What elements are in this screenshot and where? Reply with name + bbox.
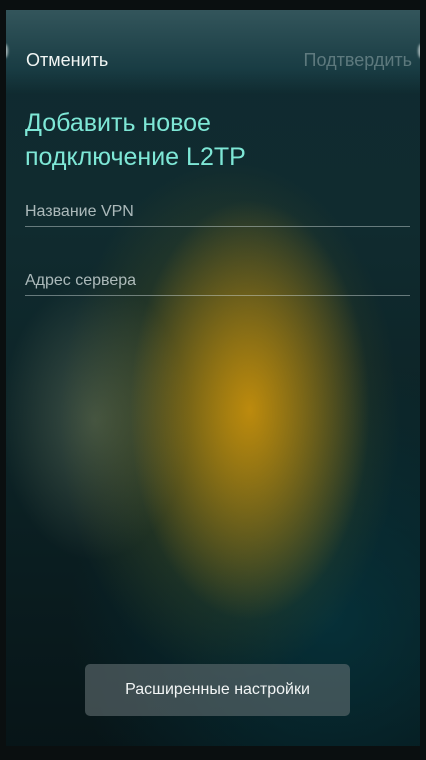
vpn-name-underline [25, 226, 410, 227]
device-frame-left [0, 0, 6, 760]
page-title-line2: подключение L2TP [25, 143, 246, 171]
vpn-name-input[interactable] [25, 203, 410, 226]
server-address-input[interactable] [25, 272, 410, 295]
vpn-name-field [25, 203, 410, 227]
server-address-field [25, 272, 410, 296]
server-address-underline [25, 295, 410, 296]
page-title-line1: Добавить новое [25, 109, 211, 137]
page-title: Добавить новое подключение L2TP [25, 106, 405, 174]
dialog-header: Отменить Подтвердить [6, 10, 420, 94]
device-frame-right [420, 0, 426, 760]
cancel-button[interactable]: Отменить [26, 50, 108, 71]
screen: Отменить Подтвердить Добавить новое подк… [0, 0, 426, 760]
advanced-settings-button[interactable]: Расширенные настройки [85, 664, 350, 716]
confirm-button[interactable]: Подтвердить [304, 50, 412, 71]
device-frame-bottom [0, 746, 426, 760]
device-frame-top [0, 0, 426, 10]
